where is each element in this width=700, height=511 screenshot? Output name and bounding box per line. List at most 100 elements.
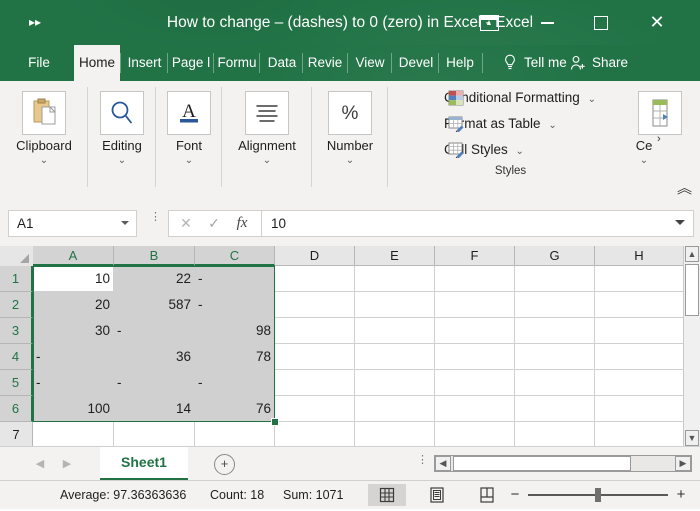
horizontal-scrollbar[interactable]: ◀ ▶ (434, 455, 692, 472)
ribbon-group-number[interactable]: % Number ⌄ (312, 81, 388, 199)
row-header-2[interactable]: 2 (0, 292, 33, 318)
cell-d4[interactable] (275, 344, 355, 370)
ribbon-group-cells[interactable]: Ce ⌄ (620, 81, 682, 199)
scroll-right-arrow-icon[interactable]: ▶ (675, 456, 691, 471)
cell-h1[interactable] (595, 266, 684, 292)
cell-e7[interactable] (355, 422, 435, 446)
cell-c5[interactable]: - (195, 370, 275, 396)
percent-icon[interactable]: % (328, 91, 372, 135)
tab-page-layout[interactable]: Page l (169, 45, 213, 81)
page-break-preview-view-button[interactable] (468, 484, 506, 506)
cell-g4[interactable] (515, 344, 595, 370)
alignment-icon[interactable] (245, 91, 289, 135)
clipboard-icon[interactable] (22, 91, 66, 135)
cell-h2[interactable] (595, 292, 684, 318)
cell-e4[interactable] (355, 344, 435, 370)
cell-b2[interactable]: 587 (114, 292, 195, 318)
collapse-ribbon-chevron-up-icon[interactable]: ︽ (677, 181, 692, 196)
cell-c4[interactable]: 78 (195, 344, 275, 370)
tab-developer[interactable]: Devel (394, 45, 438, 81)
scroll-up-arrow-icon[interactable]: ▲ (685, 246, 699, 262)
cell-a6[interactable]: 100 (33, 396, 114, 422)
cell-b1[interactable]: 22 (114, 266, 195, 292)
column-header-g[interactable]: G (515, 246, 595, 266)
next-sheet-arrow-icon[interactable]: ▶ (60, 457, 74, 471)
sheet-bar-drag-handle[interactable]: ⋮ (417, 455, 428, 466)
share-label[interactable]: Share (592, 45, 628, 81)
ribbon-group-editing[interactable]: Editing ⌄ (88, 81, 156, 199)
cell-g2[interactable] (515, 292, 595, 318)
zoom-slider-handle[interactable] (595, 488, 601, 502)
cell-d5[interactable] (275, 370, 355, 396)
tab-view[interactable]: View (350, 45, 390, 81)
cell-e3[interactable] (355, 318, 435, 344)
cell-a2[interactable]: 20 (33, 292, 114, 318)
conditional-formatting-button[interactable]: Conditional Formatting ⌄ (444, 87, 596, 109)
zoom-in-button[interactable]: + (672, 481, 690, 509)
chevron-down-icon[interactable]: ⌄ (614, 156, 674, 166)
row-header-4[interactable]: 4 (0, 344, 33, 370)
tab-formulas[interactable]: Formu (215, 45, 259, 81)
tab-data[interactable]: Data (262, 45, 302, 81)
cell-c3[interactable]: 98 (195, 318, 275, 344)
chevron-down-icon[interactable]: ⌄ (312, 156, 388, 166)
tab-file[interactable]: File (18, 45, 60, 81)
ribbon-group-alignment[interactable]: Alignment ⌄ (222, 81, 312, 199)
cell-b6[interactable]: 14 (114, 396, 195, 422)
row-header-5[interactable]: 5 (0, 370, 33, 396)
enter-icon[interactable]: ✓ (203, 211, 225, 236)
cell-c2[interactable]: - (195, 292, 275, 318)
cell-h3[interactable] (595, 318, 684, 344)
status-sum[interactable]: Sum: 1071 (283, 481, 343, 509)
cell-h4[interactable] (595, 344, 684, 370)
cell-h7[interactable] (595, 422, 684, 446)
chevron-down-icon[interactable]: ⌄ (88, 156, 156, 166)
scroll-down-arrow-icon[interactable]: ▼ (685, 430, 699, 446)
sheet-tab-sheet1[interactable]: Sheet1 (100, 447, 188, 480)
cell-f1[interactable] (435, 266, 515, 292)
normal-view-button[interactable] (368, 484, 406, 506)
insert-function-icon[interactable]: fx (231, 211, 253, 236)
cell-a5[interactable]: - (33, 370, 114, 396)
status-count[interactable]: Count: 18 (210, 481, 264, 509)
select-all-corner-button[interactable] (0, 246, 34, 267)
ribbon-overflow-chevron-icon[interactable]: › (657, 133, 661, 145)
page-layout-view-button[interactable] (418, 484, 456, 506)
cell-d3[interactable] (275, 318, 355, 344)
cell-a1[interactable]: 10 (33, 266, 114, 292)
add-sheet-button[interactable]: + (214, 454, 235, 475)
column-header-h[interactable]: H (595, 246, 684, 266)
cell-a7[interactable] (33, 422, 114, 446)
close-icon[interactable]: ✕ (634, 0, 680, 45)
chevron-down-icon[interactable] (121, 221, 129, 225)
cell-g5[interactable] (515, 370, 595, 396)
vertical-scrollbar[interactable]: ▲ ▼ (683, 246, 700, 446)
cell-c1[interactable]: - (195, 266, 275, 292)
ribbon-group-font[interactable]: A Font ⌄ (156, 81, 222, 199)
cell-d1[interactable] (275, 266, 355, 292)
tab-help[interactable]: Help (441, 45, 479, 81)
share-person-icon[interactable] (570, 55, 586, 71)
column-header-e[interactable]: E (355, 246, 435, 266)
ribbon-group-clipboard[interactable]: Clipboard ⌄ (0, 81, 88, 199)
vertical-scrollbar-thumb[interactable] (685, 264, 699, 316)
cell-b5[interactable]: - (114, 370, 195, 396)
cells-insert-icon[interactable] (638, 91, 682, 135)
cell-d7[interactable] (275, 422, 355, 446)
cell-g3[interactable] (515, 318, 595, 344)
maximize-icon[interactable] (578, 0, 624, 45)
formula-bar[interactable]: ✕ ✓ fx 10 (168, 210, 694, 237)
expand-formula-bar-chevron-icon[interactable] (675, 220, 685, 225)
cell-styles-button[interactable]: Cell Styles ⌄ (444, 139, 524, 161)
cell-h6[interactable] (595, 396, 684, 422)
row-header-1[interactable]: 1 (0, 266, 33, 292)
chevron-down-icon[interactable]: ⌄ (584, 94, 596, 105)
column-header-a[interactable]: A (33, 246, 114, 266)
previous-sheet-arrow-icon[interactable]: ◀ (33, 457, 47, 471)
tab-review[interactable]: Revie (304, 45, 346, 81)
format-as-table-button[interactable]: Format as Table ⌄ (444, 113, 557, 135)
cell-f4[interactable] (435, 344, 515, 370)
chevron-down-icon[interactable]: ⌄ (544, 120, 556, 131)
row-header-6[interactable]: 6 (0, 396, 33, 422)
magnifier-icon[interactable] (100, 91, 144, 135)
